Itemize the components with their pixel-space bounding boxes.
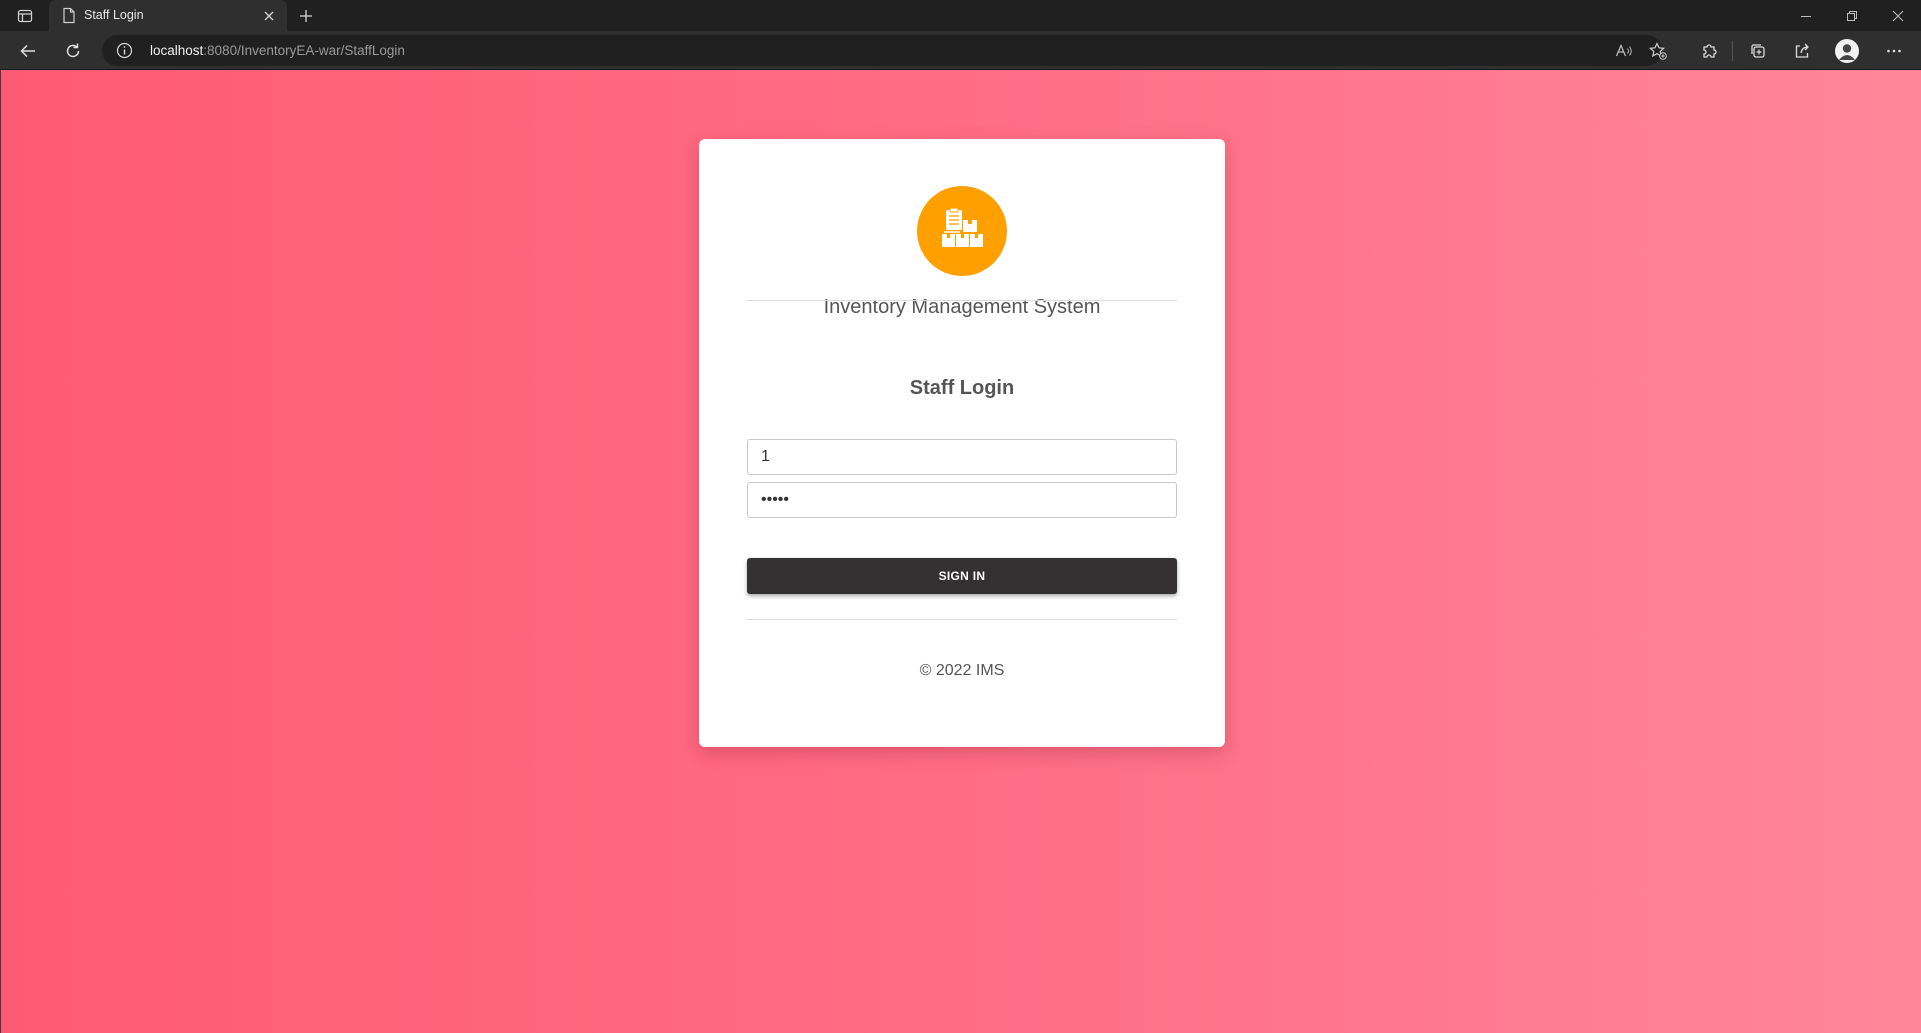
login-card: Inventory Management System Staff Login … xyxy=(699,139,1225,747)
address-bar[interactable]: localhost:8080/InventoryEA-war/StaffLogi… xyxy=(102,35,1667,66)
share-icon[interactable] xyxy=(1788,37,1816,65)
header-divider xyxy=(747,300,1177,301)
tab-title: Staff Login xyxy=(84,8,144,22)
url-text: localhost:8080/InventoryEA-war/StaffLogi… xyxy=(150,43,405,58)
page-icon xyxy=(61,7,77,24)
url-host: localhost xyxy=(150,43,204,58)
tab-staff-login[interactable]: Staff Login xyxy=(49,0,287,31)
username-input[interactable] xyxy=(747,439,1177,475)
tab-actions-icon[interactable] xyxy=(12,4,38,28)
tab-bar: Staff Login xyxy=(0,0,1921,31)
close-window-icon[interactable] xyxy=(1884,4,1912,28)
read-aloud-icon[interactable] xyxy=(1610,39,1638,63)
refresh-icon[interactable] xyxy=(59,37,87,65)
toolbar-divider xyxy=(1732,41,1733,61)
footer-divider xyxy=(747,619,1177,620)
browser-toolbar: localhost:8080/InventoryEA-war/StaffLogi… xyxy=(0,31,1921,70)
inventory-boxes-icon xyxy=(917,186,1007,276)
more-menu-icon[interactable] xyxy=(1880,37,1908,65)
collections-icon[interactable] xyxy=(1744,37,1772,65)
site-info-icon[interactable] xyxy=(116,42,133,59)
sign-in-button[interactable]: SIGN IN xyxy=(747,558,1177,594)
extensions-icon[interactable] xyxy=(1695,37,1723,65)
minimize-icon[interactable] xyxy=(1792,4,1820,28)
url-path: :8080/InventoryEA-war/StaffLogin xyxy=(203,43,405,58)
login-title: Staff Login xyxy=(909,377,1015,399)
profile-avatar-icon[interactable] xyxy=(1835,39,1859,63)
back-icon[interactable] xyxy=(14,37,42,65)
close-tab-icon[interactable] xyxy=(259,6,279,26)
copyright-footer: © 2022 IMS xyxy=(919,662,1005,679)
page-background: Inventory Management System Staff Login … xyxy=(0,70,1921,1033)
password-input[interactable] xyxy=(747,482,1177,518)
add-favorite-icon[interactable] xyxy=(1644,39,1672,63)
restore-icon[interactable] xyxy=(1838,4,1866,28)
new-tab-icon[interactable] xyxy=(294,4,318,28)
